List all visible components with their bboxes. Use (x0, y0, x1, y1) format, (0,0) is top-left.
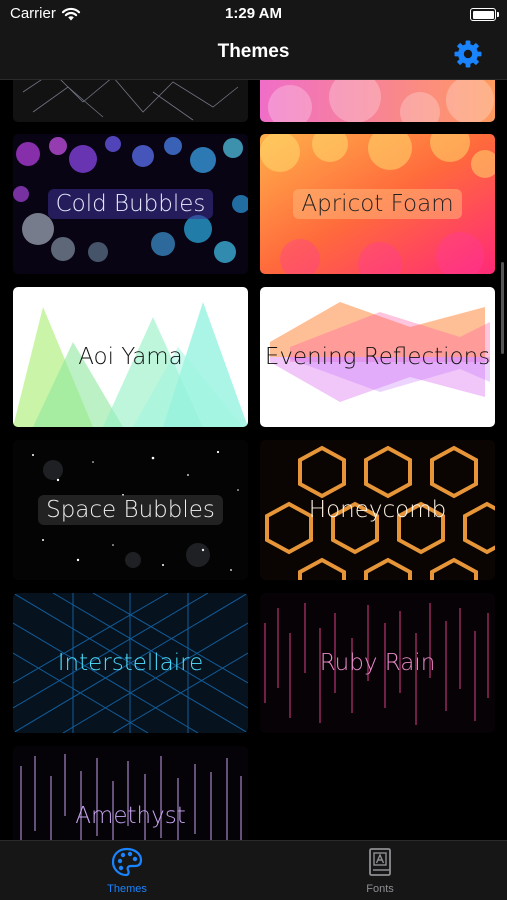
tab-themes[interactable]: Themes (67, 847, 187, 895)
navigation-bar: Themes (0, 32, 507, 80)
scroll-indicator[interactable] (501, 262, 504, 354)
palette-icon (111, 847, 143, 877)
font-book-icon (369, 848, 391, 876)
pink-foam-thumbnail (260, 80, 495, 122)
theme-name: Space Bubbles (13, 495, 248, 525)
constellation-thumbnail (13, 80, 248, 122)
theme-tile-space-bubbles[interactable]: Space Bubbles (13, 440, 248, 580)
theme-grid[interactable]: Cold Bubbles Apricot Foam Aoi Yama Eveni… (0, 80, 507, 840)
tab-label: Fonts (366, 883, 394, 895)
theme-tile-aoi-yama[interactable]: Aoi Yama (13, 287, 248, 427)
page-title: Themes (217, 41, 290, 62)
status-time: 1:29 AM (225, 5, 282, 22)
theme-tile-apricot-foam[interactable]: Apricot Foam (260, 134, 495, 274)
tab-fonts[interactable]: Fonts (320, 847, 440, 895)
theme-name: Amethyst (75, 803, 186, 829)
theme-tile-cold-bubbles[interactable]: Cold Bubbles (13, 134, 248, 274)
theme-tile-honeycomb[interactable]: Honeycomb (260, 440, 495, 580)
theme-tile-amethyst[interactable]: Amethyst (13, 746, 248, 840)
theme-tile-partial-dark[interactable] (13, 80, 248, 122)
theme-name: Cold Bubbles (13, 189, 248, 219)
theme-name: Honeycomb (308, 497, 447, 523)
theme-name: Apricot Foam (260, 189, 495, 219)
tab-bar: Themes Fonts (0, 840, 507, 900)
theme-name: Aoi Yama (78, 344, 183, 370)
gear-icon[interactable] (453, 39, 483, 69)
theme-tile-partial-pink[interactable] (260, 80, 495, 122)
tab-label: Themes (107, 883, 147, 895)
theme-name: Interstellaire (57, 650, 204, 676)
theme-name: Evening Reflections (264, 344, 491, 370)
theme-tile-ruby-rain[interactable]: Ruby Rain (260, 593, 495, 733)
theme-name: Ruby Rain (319, 650, 436, 676)
theme-tile-interstellaire[interactable]: Interstellaire (13, 593, 248, 733)
status-bar: Carrier 1:29 AM (0, 0, 507, 32)
theme-tile-evening-reflections[interactable]: Evening Reflections (260, 287, 495, 427)
battery-icon (470, 8, 499, 21)
